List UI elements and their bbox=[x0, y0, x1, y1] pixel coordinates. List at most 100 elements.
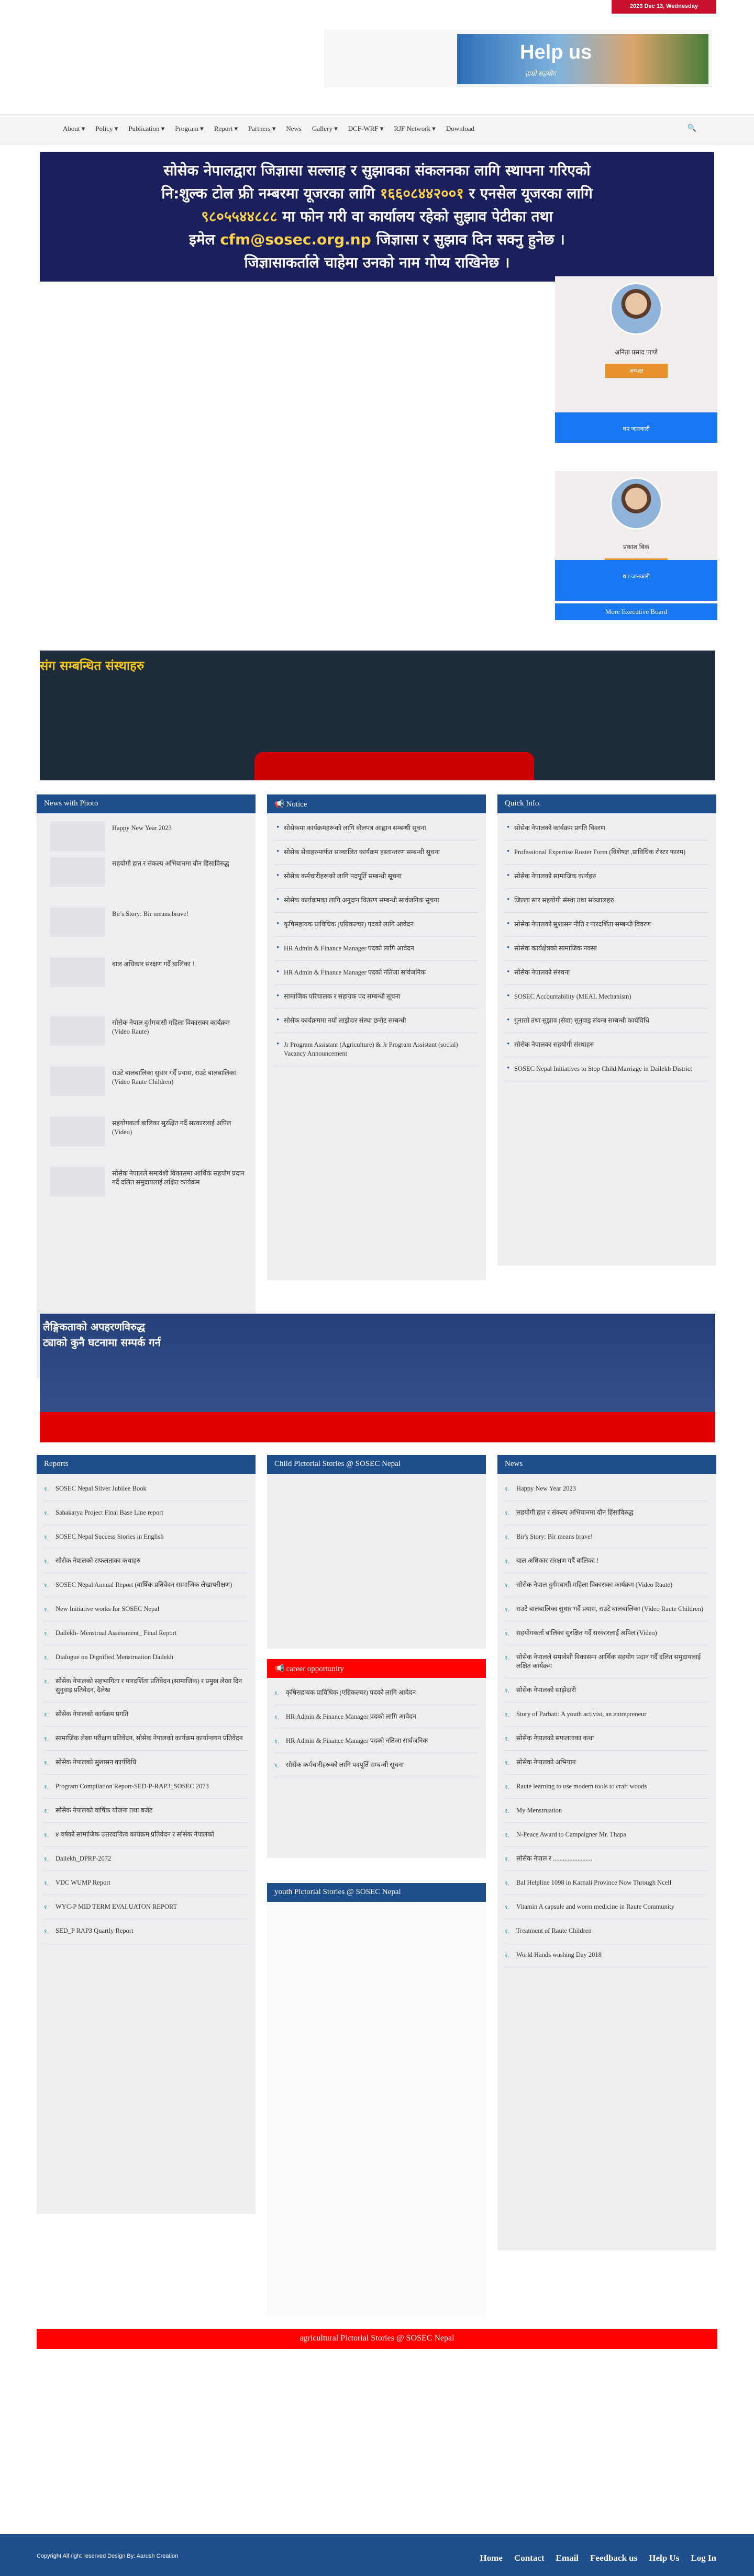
news-with-photo-panel: News with Photo Happy New Year 2023 सहयो… bbox=[37, 794, 256, 1378]
nav-item-about[interactable]: About ▾ bbox=[58, 125, 90, 133]
footer-link-contact[interactable]: Contact bbox=[514, 2553, 545, 2563]
report-item[interactable]: SOSEC Nepal Silver Jubilee Book bbox=[44, 1477, 248, 1501]
list-item[interactable]: राउटे बालबालिका सुधार गर्दै प्रयास, राउट… bbox=[44, 1061, 248, 1112]
report-item[interactable]: ४ वर्षको सामाजिक उत्तरदायित्व कार्यक्रम … bbox=[44, 1823, 248, 1847]
quick-info-item[interactable]: गुनासो तथा सुझाव (सेवा) सुनुवाइ संयन्त्र… bbox=[505, 1009, 709, 1033]
member-more-button[interactable]: थप जानकारी bbox=[555, 412, 717, 443]
notice-item[interactable]: HR Admin & Finance Manager पदको लागि आवे… bbox=[274, 937, 479, 961]
career-item[interactable]: HR Admin & Finance Manager पदको नतिजा सा… bbox=[274, 1729, 479, 1753]
career-title: career opportunity bbox=[286, 1665, 344, 1673]
notice-item[interactable]: सामाजिक परिचालक र सहायक पद सम्बन्धी सूचन… bbox=[274, 985, 479, 1009]
news-item[interactable]: N-Peace Award to Campaigner Mr. Thapa bbox=[505, 1823, 709, 1847]
report-item[interactable]: New Initiative works for SOSEC Nepal bbox=[44, 1597, 248, 1621]
footer-link-help[interactable]: Help Us bbox=[649, 2553, 679, 2563]
list-item[interactable]: सोसेक नेपालले समावेशी विकासमा आर्थिक सहय… bbox=[44, 1162, 248, 1212]
quick-info-item[interactable]: सोसेक नेपालको सुशासन नीति र पारदर्शिता स… bbox=[505, 913, 709, 937]
career-item[interactable]: सोसेक कर्मचारीहरूको लागि पदपूर्ति सम्बन्… bbox=[274, 1753, 479, 1777]
notice-item[interactable]: सोसेक कर्मचारीहरूको लागि पदपूर्ति सम्बन्… bbox=[274, 865, 479, 889]
quick-info-item[interactable]: जिल्ला स्तर सहयोगी संस्था तथा सञ्जालहरु bbox=[505, 889, 709, 913]
report-item[interactable]: SOSEC Nepal Success Stories in English bbox=[44, 1525, 248, 1549]
news-item[interactable]: सोसेक नेपालको अभियान bbox=[505, 1751, 709, 1775]
nav-item-dcf-wrf[interactable]: DCF-WRF ▾ bbox=[343, 125, 389, 133]
hotline-line-2: ट्याको कुनै घटनामा सम्पर्क गर्न bbox=[43, 1336, 161, 1349]
email-link[interactable]: cfm@sosec.org.np bbox=[220, 231, 371, 248]
news-item[interactable]: सहयोगी हात र संकल्प अभियानमा यौन हिंसावि… bbox=[505, 1501, 709, 1525]
news-item[interactable]: Happy New Year 2023 bbox=[505, 1477, 709, 1501]
news-item[interactable]: My Menstruation bbox=[505, 1799, 709, 1823]
news-item[interactable]: World Hands washing Day 2018 bbox=[505, 1943, 709, 1967]
report-item[interactable]: Dailekh- Menstrual Assessment_ Final Rep… bbox=[44, 1621, 248, 1645]
nav-item-news[interactable]: News bbox=[281, 125, 307, 133]
quick-info-item[interactable]: सोसेक नेपालको संरचना bbox=[505, 961, 709, 985]
report-item[interactable]: Dialogue on Dignified Menstruation Daile… bbox=[44, 1645, 248, 1670]
list-item[interactable]: Bir's Story: Bir means brave! bbox=[44, 902, 248, 953]
news-item[interactable]: Treatment of Raute Children bbox=[505, 1919, 709, 1943]
panel-title: 📢 career opportunity bbox=[267, 1659, 486, 1678]
footer-link-email[interactable]: Email bbox=[556, 2553, 579, 2563]
report-item[interactable]: VDC WUMP Report bbox=[44, 1871, 248, 1895]
report-item[interactable]: सोसेक नेपालको सफलताका कथाहरु bbox=[44, 1549, 248, 1573]
news-item[interactable]: Bal Helpline 1098 in Karnali Province No… bbox=[505, 1871, 709, 1895]
news-item[interactable]: सोसेक नेपालको सफलताका कथा bbox=[505, 1727, 709, 1751]
notice-item[interactable]: सोसेक सेवाहरुमार्फत सञ्चालित कार्यक्रम ह… bbox=[274, 841, 479, 865]
notice-item[interactable]: सोसेक कार्यक्रममा नयाँ साझेदार संस्था छन… bbox=[274, 1009, 479, 1033]
report-item[interactable]: Sahakarya Project Final Base Line report bbox=[44, 1501, 248, 1525]
quick-info-item[interactable]: सोसेक नेपालका सहयोगी संस्थाहरु bbox=[505, 1033, 709, 1057]
footer-link-login[interactable]: Log In bbox=[691, 2553, 716, 2563]
quick-info-item[interactable]: SOSEC Nepal Initiatives to Stop Child Ma… bbox=[505, 1057, 709, 1081]
quick-info-item[interactable]: सोसेक नेपालको कार्यक्रम प्रगति विवरण bbox=[505, 816, 709, 841]
nav-item-publication[interactable]: Publication ▾ bbox=[123, 125, 170, 133]
report-item[interactable]: सामाजिक लेखा परीक्षण प्रतिवेदन, सोसेक ने… bbox=[44, 1727, 248, 1751]
nav-item-download[interactable]: Download bbox=[441, 125, 480, 133]
news-item[interactable]: सोसेक नेपालको साझेदारी bbox=[505, 1678, 709, 1703]
quick-info-item[interactable]: SOSEC Accountability (MEAL Mechanism) bbox=[505, 985, 709, 1009]
news-item[interactable]: सोसेक नेपालले समावेशी विकासमा आर्थिक सहय… bbox=[505, 1645, 709, 1678]
report-item[interactable]: SOSEC Nepal Annual Report (वार्षिक प्रति… bbox=[44, 1573, 248, 1597]
list-item[interactable]: सहयोगी हात र संकल्प अभियानमा यौन हिंसावि… bbox=[44, 852, 248, 902]
news-item[interactable]: सोसेक नेपाल र ........................ bbox=[505, 1847, 709, 1871]
report-item[interactable]: Program Compilation Report-SED-P-RAP3_SO… bbox=[44, 1775, 248, 1799]
news-item[interactable]: राउटे बालबालिका सुधार गर्दै प्रयास, राउट… bbox=[505, 1597, 709, 1621]
news-item[interactable]: Story of Parbati: A youth activist, an e… bbox=[505, 1703, 709, 1727]
member-more-button[interactable]: थप जानकारी bbox=[555, 560, 717, 601]
news-item[interactable]: बाल अधिकार संरक्षण गर्दै बालिका ! bbox=[505, 1549, 709, 1573]
nav-item-program[interactable]: Program ▾ bbox=[170, 125, 209, 133]
quick-info-item[interactable]: सोसेक नेपालको सामाजिक कार्यहरु bbox=[505, 865, 709, 889]
career-item[interactable]: कृषिसहायक प्राविधिक (एग्रिकल्चर) पदको ला… bbox=[274, 1681, 479, 1705]
footer-link-home[interactable]: Home bbox=[480, 2553, 503, 2563]
nav-item-report[interactable]: Report ▾ bbox=[209, 125, 243, 133]
notice-item[interactable]: कृषिसहायक प्राविधिक (एग्रिकल्चर) पदको ला… bbox=[274, 913, 479, 937]
nav-item-policy[interactable]: Policy ▾ bbox=[90, 125, 123, 133]
nav-item-gallery[interactable]: Gallery ▾ bbox=[307, 125, 343, 133]
career-item[interactable]: HR Admin & Finance Manager पदको लागि आवे… bbox=[274, 1705, 479, 1729]
report-item[interactable]: सोसेक नेपालको वार्षिक योजना तथा बजेट bbox=[44, 1799, 248, 1823]
quick-info-item[interactable]: सोसेक कार्यक्षेत्रको सामाजिक नक्सा bbox=[505, 937, 709, 961]
list-item[interactable]: सोसेक नेपाल दुर्गमवासी महिला विकासका कार… bbox=[44, 1011, 248, 1061]
list-item[interactable]: सहयोगकर्ता बालिका सुरक्षित गर्दै सरकारला… bbox=[44, 1112, 248, 1162]
report-item[interactable]: सोसेक नेपालको सहभागिता र पारदर्शिता प्रत… bbox=[44, 1670, 248, 1703]
nav-item-partners[interactable]: Partners ▾ bbox=[243, 125, 281, 133]
more-executive-board-button[interactable]: More Executive Board bbox=[555, 603, 717, 620]
notice-item[interactable]: सोसेक कार्यक्रमका लागि अनुदान वितरण सम्ब… bbox=[274, 889, 479, 913]
news-item[interactable]: Raute learning to use modern tools to cr… bbox=[505, 1775, 709, 1799]
report-item[interactable]: SED_P RAP3 Quartly Report bbox=[44, 1919, 248, 1943]
report-item[interactable]: Dailekh_DPRP-2072 bbox=[44, 1847, 248, 1871]
report-item[interactable]: सोसेक नेपालको कार्यक्रम प्रगति bbox=[44, 1703, 248, 1727]
nav-item-rjf-network[interactable]: RJF Network ▾ bbox=[389, 125, 440, 133]
news-item[interactable]: सहयोगकर्ता बालिका सुरक्षित गर्दै सरकारला… bbox=[505, 1621, 709, 1645]
list-item[interactable]: बाल अधिकार संरक्षण गर्दै बालिका ! bbox=[44, 953, 248, 1011]
footer-link-feedback[interactable]: Feedback us bbox=[590, 2553, 637, 2563]
help-us-banner[interactable]: Help us हाम्रो सहयोग bbox=[325, 30, 712, 87]
hotline-banner: लैङ्गिकताको अपहरणविरुद्ध ट्याको कुनै घटन… bbox=[40, 1314, 715, 1442]
notice-item[interactable]: सोसेकमा कार्यक्रमहरूको लागि बोलपत्र आह्व… bbox=[274, 816, 479, 841]
report-item[interactable]: सोसेक नेपालको सुशासन कार्यविधि bbox=[44, 1751, 248, 1775]
quick-info-item[interactable]: Professional Expertise Roster Form (विशे… bbox=[505, 841, 709, 865]
news-item[interactable]: Bir's Story: Bir means brave! bbox=[505, 1525, 709, 1549]
notice-item[interactable]: Jr Program Assistant (Agriculture) & Jr … bbox=[274, 1033, 479, 1066]
search-icon[interactable]: 🔍 bbox=[688, 124, 696, 132]
notice-item[interactable]: HR Admin & Finance Manager पदको नतिजा सा… bbox=[274, 961, 479, 985]
report-item[interactable]: WYC-P MID TERM EVALUATON REPORT bbox=[44, 1895, 248, 1919]
news-item[interactable]: सोसेक नेपाल दुर्गमवासी महिला विकासका कार… bbox=[505, 1573, 709, 1597]
news-item[interactable]: Vitamin A capsule and worm medicine in R… bbox=[505, 1895, 709, 1919]
list-item[interactable]: Happy New Year 2023 bbox=[44, 816, 248, 852]
